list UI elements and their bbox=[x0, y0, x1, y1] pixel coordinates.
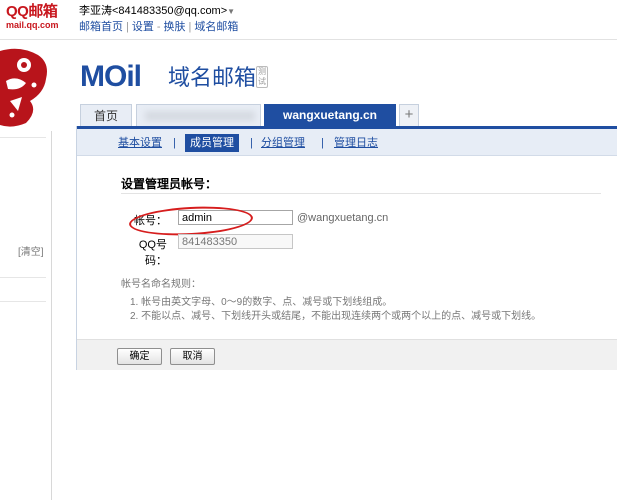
subnav-member-management[interactable]: 成员管理 bbox=[185, 134, 239, 152]
paper-cut-icon bbox=[0, 41, 52, 131]
account-input[interactable] bbox=[178, 210, 293, 225]
link-settings[interactable]: 设置 bbox=[132, 21, 154, 33]
divider: | bbox=[126, 21, 129, 33]
naming-rule: 2. 不能以点、减号、下划线开头或结尾，不能出现连续两个或两个以上的点、减号或下… bbox=[130, 311, 542, 322]
clear-link[interactable]: [清空] bbox=[18, 243, 44, 258]
tab-redacted[interactable] bbox=[136, 104, 261, 126]
domain-suffix: @wangxuetang.cn bbox=[297, 212, 389, 224]
form-divider bbox=[121, 193, 601, 194]
mail-logo-text: MOil bbox=[80, 60, 142, 93]
form-actions: 确定 取消 bbox=[77, 339, 617, 370]
main-panel: 基本设置 | 成员管理 | 分组管理 | 管理日志 设置管理员帐号： 帐号： @… bbox=[76, 126, 617, 370]
left-sidebar: [清空] bbox=[0, 41, 52, 500]
paper-cut-decoration bbox=[0, 41, 52, 131]
sub-navigation: 基本设置 | 成员管理 | 分组管理 | 管理日志 bbox=[77, 126, 617, 156]
form-title: 设置管理员帐号： bbox=[121, 177, 218, 191]
tab-domain-active[interactable]: wangxuetang.cn bbox=[264, 104, 396, 126]
qq-mail-logo[interactable]: QQ邮箱 mail.qq.com bbox=[6, 3, 66, 35]
subnav-basic-settings[interactable]: 基本设置 bbox=[118, 134, 162, 152]
sidebar-divider bbox=[0, 277, 46, 278]
brand-name: QQ邮箱 bbox=[6, 3, 58, 20]
chevron-down-icon[interactable]: ▼ bbox=[227, 7, 235, 16]
cancel-button[interactable]: 取消 bbox=[170, 348, 215, 365]
redacted-bar bbox=[145, 111, 255, 121]
account-label: 帐号： bbox=[134, 215, 167, 227]
user-account[interactable]: 李亚涛<841483350@qq.com> bbox=[79, 5, 227, 17]
sidebar-divider bbox=[0, 301, 46, 302]
subnav-divider: | bbox=[321, 137, 324, 149]
user-info: 李亚涛<841483350@qq.com>▼ bbox=[79, 4, 235, 19]
tab-home[interactable]: 首页 bbox=[80, 104, 132, 126]
divider: | bbox=[188, 21, 192, 33]
link-mail-home[interactable]: 邮箱首页 bbox=[79, 21, 123, 33]
user-links: 邮箱首页 | 设置 - 换肤 | 域名邮箱 bbox=[79, 20, 238, 34]
qq-number-input[interactable] bbox=[178, 234, 293, 249]
beta-badge: 测试 bbox=[256, 66, 268, 88]
link-skin[interactable]: 换肤 bbox=[164, 21, 186, 33]
subnav-group-management[interactable]: 分组管理 bbox=[261, 134, 305, 152]
sidebar-divider bbox=[0, 137, 46, 138]
divider: - bbox=[156, 21, 161, 33]
confirm-button[interactable]: 确定 bbox=[117, 348, 162, 365]
top-bar: QQ邮箱 mail.qq.com 李亚涛<841483350@qq.com>▼ … bbox=[0, 0, 617, 40]
page-root: QQ邮箱 mail.qq.com 李亚涛<841483350@qq.com>▼ … bbox=[0, 0, 617, 500]
qq-number-label: QQ号码： bbox=[138, 239, 167, 267]
brand-domain: mail.qq.com bbox=[6, 20, 59, 30]
domain-tabs: 首页 wangxuetang.cn + bbox=[76, 104, 617, 126]
naming-rule: 1. 帐号由英文字母、0～9的数字、点、减号或下划线组成。 bbox=[130, 297, 393, 308]
subnav-divider: | bbox=[250, 137, 253, 149]
add-tab-button[interactable]: + bbox=[399, 104, 419, 126]
admin-account-form: 设置管理员帐号： 帐号： @wangxuetang.cn QQ号码： 帐号名命名… bbox=[77, 157, 617, 339]
naming-rules-title: 帐号名命名规则： bbox=[121, 279, 201, 290]
mail-logo-title: 域名邮箱 bbox=[168, 65, 257, 90]
link-domain-mail[interactable]: 域名邮箱 bbox=[194, 21, 238, 33]
subnav-admin-log[interactable]: 管理日志 bbox=[334, 134, 378, 152]
subnav-divider: | bbox=[173, 137, 176, 149]
